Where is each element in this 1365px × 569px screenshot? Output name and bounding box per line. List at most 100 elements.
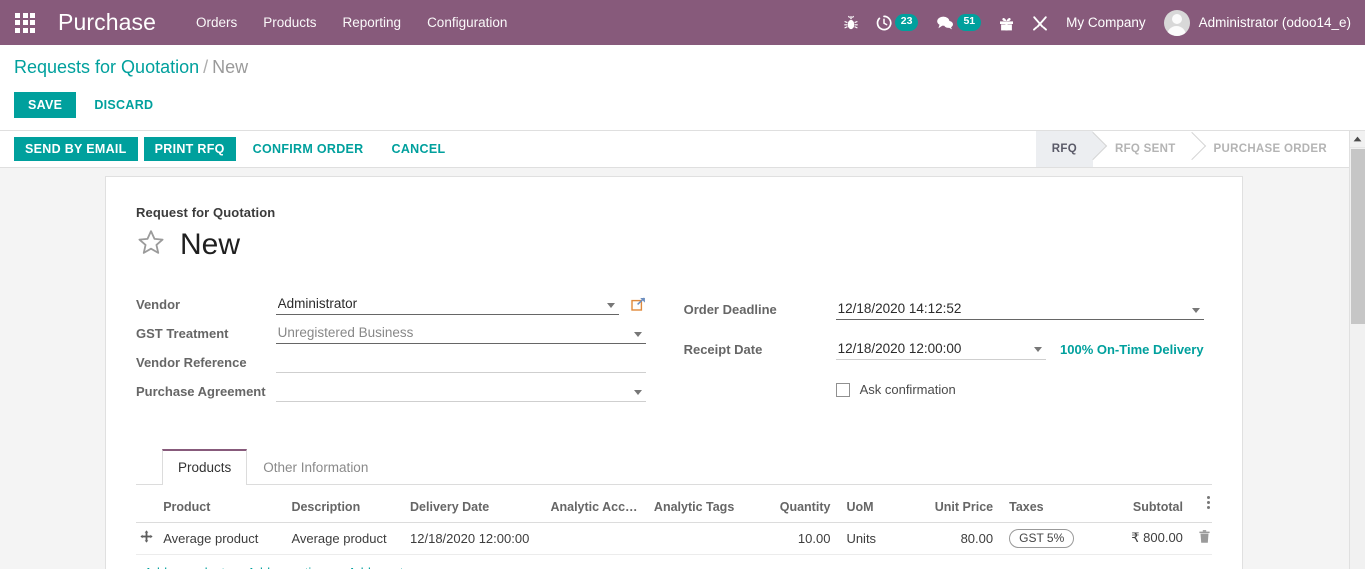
column-unit-price[interactable]: Unit Price (915, 484, 1002, 523)
status-purchase-order[interactable]: PURCHASE ORDER (1191, 131, 1343, 167)
scroll-up-arrow-icon[interactable] (1350, 131, 1365, 148)
column-taxes[interactable]: Taxes (1001, 484, 1110, 523)
cell-uom[interactable]: Units (838, 522, 916, 555)
order-lines-body: Average product Average product 12/18/20… (136, 522, 1212, 555)
gift-icon[interactable] (999, 10, 1014, 36)
vendor-reference-input[interactable] (275, 352, 646, 373)
top-navbar: Purchase Orders Products Reporting Confi… (0, 0, 1365, 45)
form-group-right: Order Deadline Receipt Date (684, 290, 1204, 406)
add-line-links: Add a product Add a section Add a note (136, 555, 1212, 569)
cell-taxes[interactable]: GST 5% (1001, 522, 1110, 555)
app-brand-title[interactable]: Purchase (58, 9, 156, 36)
cancel-button[interactable]: CANCEL (381, 137, 457, 162)
confirm-order-button[interactable]: CONFIRM ORDER (242, 137, 375, 162)
order-deadline-input[interactable] (835, 299, 1204, 321)
user-name-label: Administrator (odoo14_e) (1198, 15, 1351, 30)
notebook-tabs: Products Other Information (136, 448, 1212, 485)
scrollbar-thumb[interactable] (1351, 149, 1365, 324)
cell-description[interactable]: Average product (283, 522, 403, 555)
print-rfq-button[interactable]: PRINT RFQ (143, 136, 236, 162)
column-uom[interactable]: UoM (838, 484, 916, 523)
page-title: New (180, 228, 241, 261)
form-group-left: Vendor Administrator GST Treatment Unreg… (136, 290, 646, 406)
activity-count-badge: 23 (894, 14, 919, 31)
add-a-note-link[interactable]: Add a note (348, 565, 411, 569)
user-menu[interactable]: Administrator (odoo14_e) (1163, 9, 1351, 36)
tools-icon[interactable] (1032, 10, 1048, 36)
status-pipeline: RFQ RFQ SENT PURCHASE ORDER (1035, 131, 1343, 167)
breadcrumb-current: New (212, 57, 249, 77)
column-handle (136, 484, 156, 523)
control-panel: Requests for Quotation / New SAVE DISCARD (0, 45, 1365, 119)
company-switcher[interactable]: My Company (1066, 15, 1146, 30)
column-quantity[interactable]: Quantity (761, 484, 839, 523)
column-analytic-tags[interactable]: Analytic Tags (645, 484, 762, 523)
status-badge: GST 5% (1009, 528, 1075, 548)
cell-analytic-tags[interactable] (645, 522, 762, 555)
table-row[interactable]: Average product Average product 12/18/20… (136, 522, 1212, 555)
external-link-icon[interactable] (630, 297, 646, 312)
field-row-order-deadline: Order Deadline (684, 290, 1204, 330)
table-header-row: Product Description Delivery Date Analyt… (136, 484, 1212, 523)
field-row-receipt-date: Receipt Date 100% On-Time Delivery (684, 330, 1204, 370)
menu-item-configuration[interactable]: Configuration (427, 15, 507, 30)
order-lines-header: Product Description Delivery Date Analyt… (136, 484, 1212, 523)
column-delivery-date[interactable]: Delivery Date (402, 484, 543, 523)
vertical-scrollbar[interactable] (1349, 131, 1365, 569)
receipt-date-input[interactable] (835, 338, 1047, 360)
bug-icon[interactable] (844, 10, 858, 36)
send-by-email-button[interactable]: SEND BY EMAIL (14, 136, 138, 162)
cell-analytic-account[interactable] (542, 522, 646, 555)
column-description[interactable]: Description (283, 484, 403, 523)
row-drag-handle[interactable] (136, 522, 156, 555)
gst-treatment-input[interactable] (275, 323, 646, 344)
ask-confirmation-checkbox[interactable] (835, 382, 850, 397)
messages-icon[interactable]: 51 (936, 10, 982, 36)
trash-icon[interactable] (1199, 530, 1210, 546)
purchase-agreement-input[interactable] (275, 381, 646, 402)
status-rfq[interactable]: RFQ (1035, 131, 1093, 167)
menu-item-orders[interactable]: Orders (196, 15, 237, 30)
cell-unit-price[interactable]: 80.00 (915, 522, 1002, 555)
breadcrumb-separator: / (203, 57, 209, 77)
drag-handle-icon[interactable] (140, 530, 155, 546)
field-row-vendor: Vendor (136, 290, 646, 319)
vendor-reference-label: Vendor Reference (136, 355, 247, 370)
star-outline-icon[interactable] (136, 228, 166, 262)
cell-product[interactable]: Average product (155, 522, 284, 555)
tab-products[interactable]: Products (162, 449, 248, 485)
purchase-agreement-label: Purchase Agreement (136, 384, 266, 399)
vendor-input[interactable] (275, 294, 619, 315)
form-groups: Vendor Administrator GST Treatment Unreg… (136, 290, 1212, 406)
activity-clock-icon[interactable]: 23 (876, 10, 919, 36)
field-row-vendor-reference: Vendor Reference (136, 348, 646, 377)
column-analytic-account[interactable]: Analytic Acc… (542, 484, 646, 523)
on-time-delivery-link[interactable]: 100% On-Time Delivery (1060, 342, 1204, 357)
row-delete-cell[interactable] (1190, 522, 1212, 555)
column-subtotal[interactable]: Subtotal (1109, 484, 1191, 523)
add-a-product-link[interactable]: Add a product (144, 565, 225, 569)
breadcrumb-root[interactable]: Requests for Quotation (14, 57, 199, 77)
navbar-right-tools: 23 51 My Company Administrator (odoo14_e… (844, 9, 1351, 36)
cell-quantity[interactable]: 10.00 (761, 522, 839, 555)
apps-grid-icon[interactable] (8, 6, 42, 40)
add-a-section-link[interactable]: Add a section (247, 565, 326, 569)
sheet-background: Request for Quotation New Vendor Adminis… (0, 168, 1349, 569)
sheet-subtitle: Request for Quotation (136, 205, 276, 220)
tab-other-information[interactable]: Other Information (247, 449, 384, 485)
field-row-purchase-agreement: Purchase Agreement (136, 377, 646, 406)
vendor-label: Vendor (136, 297, 181, 312)
receipt-date-label: Receipt Date (683, 341, 763, 357)
cell-delivery-date[interactable]: 12/18/2020 12:00:00 (402, 522, 543, 555)
menu-item-reporting[interactable]: Reporting (343, 15, 402, 30)
column-product[interactable]: Product (155, 484, 284, 523)
cell-subtotal: ₹ 800.00 (1109, 522, 1191, 555)
vertical-dots-icon[interactable] (1207, 494, 1210, 511)
form-view: SEND BY EMAIL PRINT RFQ CONFIRM ORDER CA… (0, 130, 1365, 569)
save-button[interactable]: SAVE (14, 91, 77, 119)
status-rfq-sent[interactable]: RFQ SENT (1092, 131, 1192, 167)
discard-button[interactable]: DISCARD (84, 91, 163, 119)
order-deadline-label: Order Deadline (683, 302, 777, 318)
menu-item-products[interactable]: Products (263, 15, 316, 30)
optional-columns-toggle[interactable] (1190, 484, 1212, 523)
